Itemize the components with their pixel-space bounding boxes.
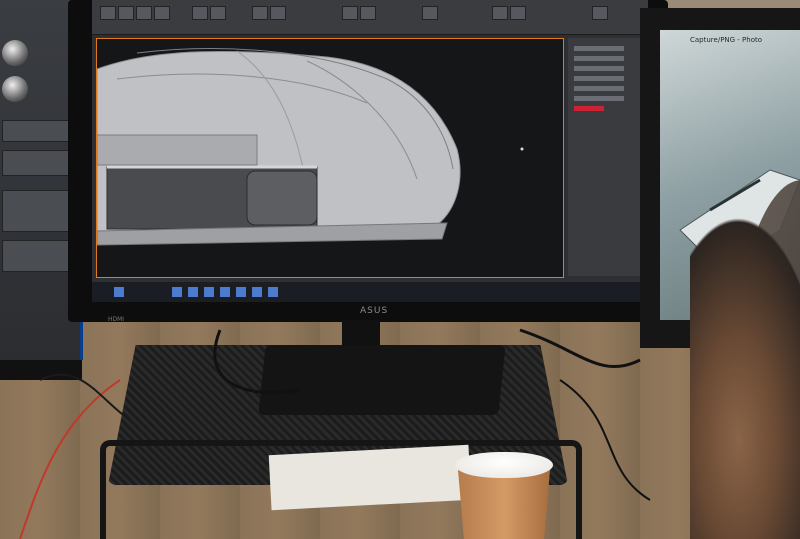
right-window-title: Capture/PNG - Photo — [690, 36, 763, 44]
coffee-cup-lid — [455, 452, 553, 478]
person-face — [690, 160, 800, 539]
photo-scene: ASUS HDMI Capture/PNG - Photo — [0, 0, 800, 539]
coffee-cup — [458, 470, 550, 539]
